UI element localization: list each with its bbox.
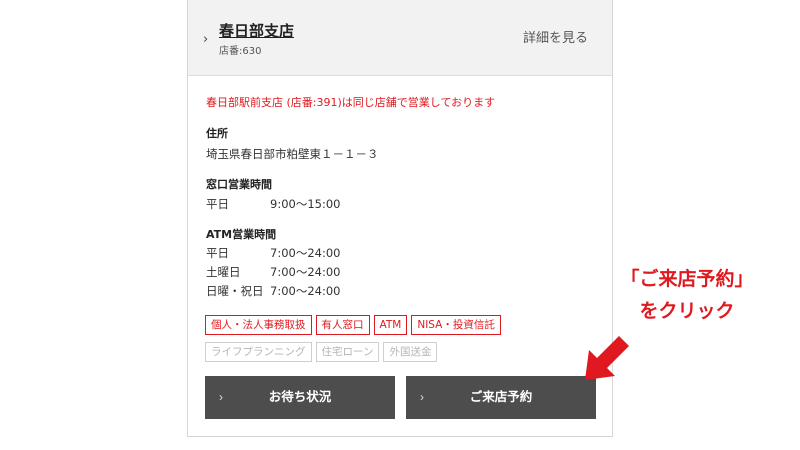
hours-day: 日曜・祝日 bbox=[206, 284, 264, 298]
service-tag: NISA・投資信託 bbox=[411, 315, 501, 335]
address-value: 埼玉県春日部市粕壁東１－１－３ bbox=[206, 147, 379, 161]
service-tag: ATM bbox=[373, 315, 408, 335]
atm-hours-row: 土曜日 7:00～24:00 bbox=[206, 265, 340, 280]
view-details-link[interactable]: 詳細を見る bbox=[523, 31, 588, 47]
hours-day: 平日 bbox=[206, 246, 229, 260]
service-tags-active: 個人・法人事務取扱 有人窓口 ATM NISA・投資信託 bbox=[205, 315, 605, 335]
hours-day: 土曜日 bbox=[206, 265, 241, 279]
wait-status-button[interactable]: › お待ち状況 bbox=[205, 376, 395, 419]
stage: › 春日部支店 店番:630 詳細を見る 春日部駅前支店 (店番:391)は同じ… bbox=[0, 0, 800, 450]
service-tag: 個人・法人事務取扱 bbox=[205, 315, 312, 335]
service-tag-inactive: ライフプランニング bbox=[205, 342, 312, 362]
hours-time: 7:00～24:00 bbox=[270, 246, 341, 260]
service-tag: 有人窓口 bbox=[315, 315, 370, 335]
branch-card: › 春日部支店 店番:630 詳細を見る 春日部駅前支店 (店番:391)は同じ… bbox=[187, 0, 613, 437]
branch-header[interactable]: › 春日部支店 店番:630 詳細を見る bbox=[188, 0, 612, 76]
address-title: 住所 bbox=[206, 127, 228, 140]
hours-day: 平日 bbox=[206, 197, 229, 211]
service-tag-inactive: 外国送金 bbox=[383, 342, 438, 362]
service-tags-inactive: ライフプランニング 住宅ローン 外国送金 bbox=[205, 342, 605, 362]
hours-time: 7:00～24:00 bbox=[270, 265, 341, 279]
atm-hours-row: 平日 7:00～24:00 bbox=[206, 246, 340, 261]
hours-time: 7:00～24:00 bbox=[270, 284, 341, 298]
annotation-line-2: をクリック bbox=[639, 300, 735, 322]
reserve-visit-button[interactable]: › ご来店予約 bbox=[406, 376, 596, 419]
reserve-visit-label: ご来店予約 bbox=[469, 390, 533, 404]
branch-name-link[interactable]: 春日部支店 bbox=[219, 22, 294, 40]
annotation-line-1: 「ご来店予約」 bbox=[620, 268, 754, 290]
branch-notice: 春日部駅前支店 (店番:391)は同じ店舗で営業しております bbox=[206, 96, 496, 109]
arrow-down-left-icon bbox=[585, 336, 629, 380]
chevron-right-icon: › bbox=[203, 32, 209, 47]
wait-status-label: お待ち状況 bbox=[268, 390, 332, 404]
click-annotation: 「ご来店予約」 をクリック bbox=[602, 263, 772, 327]
atm-hours-title: ATM営業時間 bbox=[206, 228, 277, 241]
atm-hours-row: 日曜・祝日 7:00～24:00 bbox=[206, 284, 340, 299]
counter-hours-title: 窓口営業時間 bbox=[206, 178, 272, 191]
service-tag-inactive: 住宅ローン bbox=[315, 342, 380, 362]
counter-hours-row: 平日 9:00～15:00 bbox=[206, 197, 340, 212]
hours-time: 9:00～15:00 bbox=[270, 197, 341, 211]
branch-number: 店番:630 bbox=[219, 46, 262, 57]
